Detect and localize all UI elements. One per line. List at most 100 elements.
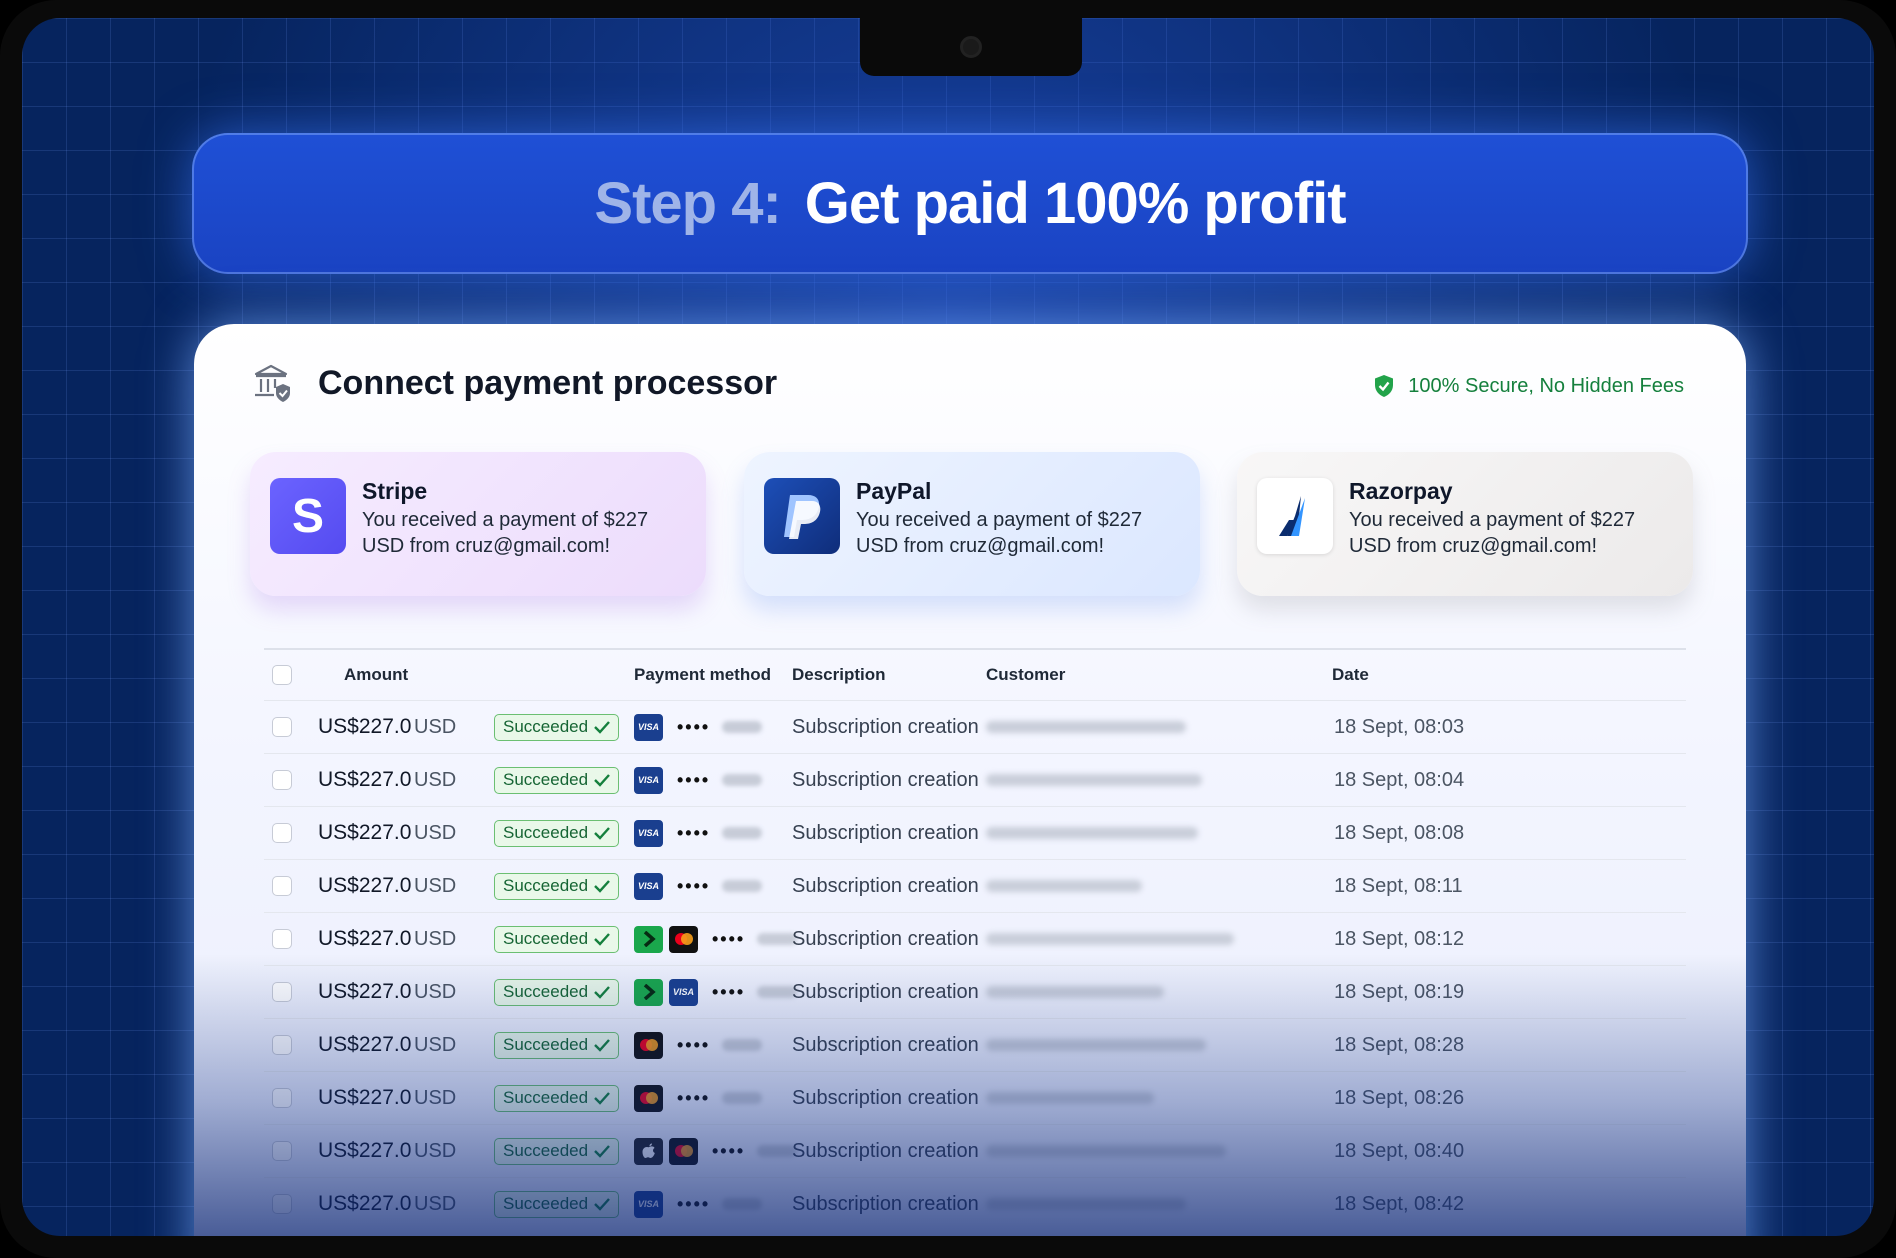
row-checkbox[interactable]: [272, 717, 292, 737]
row-checkbox[interactable]: [272, 929, 292, 949]
payment-method-cell: VISA ••••: [634, 766, 763, 794]
paypal-message: You received a payment of $227 USD from …: [856, 509, 1143, 557]
header-amount[interactable]: Amount: [344, 665, 408, 685]
payment-card: Connect payment processor 100% Secure, N…: [194, 324, 1746, 1236]
visa-icon: VISA: [669, 978, 698, 1006]
status-text: Succeeded: [503, 823, 589, 842]
date-cell: 18 Sept, 08:19: [1334, 980, 1465, 1003]
card-title: Connect payment processor: [318, 363, 778, 402]
status-text: Succeeded: [503, 770, 589, 789]
payment-method-cell: ••••: [634, 1084, 763, 1112]
payments-table: Amount Payment method Description Custom…: [264, 648, 1686, 1230]
stripe-logo-icon: S: [270, 478, 346, 554]
card-header: Connect payment processor: [252, 362, 777, 404]
date-cell: 18 Sept, 08:42: [1334, 1192, 1465, 1215]
link-pay-icon: [634, 925, 663, 953]
table-row[interactable]: US$227.0 USD Succeeded VISA •••• Subscription…: [264, 1177, 1686, 1230]
redacted-card-digits: [722, 1198, 763, 1210]
device-frame: Step 4: Get paid 100% profit Connect pay…: [0, 0, 1896, 1258]
visa-icon: VISA: [634, 766, 663, 794]
payment-method-cell: VISA ••••: [634, 1190, 763, 1218]
redacted-customer-email: [986, 827, 1198, 839]
table-row[interactable]: US$227.0 USD Succeeded VISA •••• Subscription…: [264, 753, 1686, 806]
header-payment-method[interactable]: Payment method: [634, 665, 771, 685]
status-badge: Succeeded: [494, 1084, 620, 1112]
table-row[interactable]: US$227.0 USD Succeeded •••• Subscription cre…: [264, 1124, 1686, 1177]
currency-cell: USD: [414, 1139, 457, 1162]
step-banner: Step 4: Get paid 100% profit: [192, 133, 1748, 274]
description-cell: Subscription creation: [792, 1086, 979, 1109]
status-text: Succeeded: [503, 1035, 589, 1054]
masked-card-dots: ••••: [677, 875, 711, 896]
row-checkbox[interactable]: [272, 1035, 292, 1055]
date-cell: 18 Sept, 08:11: [1334, 874, 1463, 897]
date-cell: 18 Sept, 08:28: [1334, 1033, 1465, 1056]
table-body: US$227.0 USD Succeeded VISA •••• Subscription…: [264, 700, 1686, 1230]
row-checkbox[interactable]: [272, 1141, 292, 1161]
masked-card-dots: ••••: [677, 716, 711, 737]
status-text: Succeeded: [503, 982, 589, 1001]
redacted-card-digits: [722, 827, 763, 839]
row-checkbox[interactable]: [272, 770, 292, 790]
check-icon: [594, 721, 610, 734]
header-customer[interactable]: Customer: [986, 665, 1065, 685]
redacted-customer-email: [986, 1198, 1186, 1210]
status-badge: Succeeded: [494, 1190, 620, 1218]
status-text: Succeeded: [503, 929, 589, 948]
date-cell: 18 Sept, 08:12: [1334, 927, 1465, 950]
apple-pay-icon: [634, 1137, 663, 1165]
payment-method-cell: VISA ••••: [634, 872, 763, 900]
bank-shield-icon: [254, 364, 290, 402]
masked-card-dots: ••••: [677, 1034, 711, 1055]
paypal-name: PayPal: [856, 478, 932, 504]
select-all-checkbox[interactable]: [272, 665, 292, 685]
redacted-customer-email: [986, 721, 1186, 733]
masked-card-dots: ••••: [677, 822, 711, 843]
date-cell: 18 Sept, 08:03: [1334, 715, 1465, 738]
table-row[interactable]: US$227.0 USD Succeeded •••• Subscription cre…: [264, 1018, 1686, 1071]
row-checkbox[interactable]: [272, 982, 292, 1002]
table-row[interactable]: US$227.0 USD Succeeded VISA •••• Subscription…: [264, 965, 1686, 1018]
check-icon: [594, 1198, 610, 1211]
status-badge: Succeeded: [494, 713, 620, 741]
screen: Step 4: Get paid 100% profit Connect pay…: [22, 18, 1874, 1236]
camera-icon: [960, 36, 982, 58]
table-row[interactable]: US$227.0 USD Succeeded VISA •••• Subscription…: [264, 806, 1686, 859]
razorpay-logo-icon: [1257, 478, 1333, 554]
row-checkbox[interactable]: [272, 1088, 292, 1108]
row-checkbox[interactable]: [272, 876, 292, 896]
row-checkbox[interactable]: [272, 823, 292, 843]
status-text: Succeeded: [503, 876, 589, 895]
table-row[interactable]: US$227.0 USD Succeeded VISA •••• Subscription…: [264, 859, 1686, 912]
description-cell: Subscription creation: [792, 980, 979, 1003]
redacted-customer-email: [986, 880, 1142, 892]
link-pay-icon: [634, 978, 663, 1006]
status-badge: Succeeded: [494, 766, 620, 794]
description-cell: Subscription creation: [792, 927, 979, 950]
description-cell: Subscription creation: [792, 715, 979, 738]
secure-text: 100% Secure, No Hidden Fees: [1408, 374, 1684, 397]
mastercard-icon: [634, 1031, 663, 1059]
table-row[interactable]: US$227.0 USD Succeeded •••• Subscription cre…: [264, 1071, 1686, 1124]
amount-cell: US$227.0: [318, 715, 412, 738]
currency-cell: USD: [414, 980, 457, 1003]
currency-cell: USD: [414, 821, 457, 844]
razorpay-name: Razorpay: [1349, 478, 1453, 504]
status-text: Succeeded: [503, 1141, 589, 1160]
razorpay-notification: Razorpay You received a payment of $227 …: [1237, 452, 1693, 596]
table-row[interactable]: US$227.0 USD Succeeded VISA •••• Subscription…: [264, 700, 1686, 753]
header-description[interactable]: Description: [792, 665, 886, 685]
header-date[interactable]: Date: [1332, 665, 1369, 685]
status-badge: Succeeded: [494, 819, 620, 847]
razorpay-message: You received a payment of $227 USD from …: [1349, 509, 1636, 557]
table-row[interactable]: US$227.0 USD Succeeded •••• Subscription cre…: [264, 912, 1686, 965]
check-icon: [594, 880, 610, 893]
amount-cell: US$227.0: [318, 927, 412, 950]
paypal-notification: PayPal You received a payment of $227 US…: [744, 452, 1200, 596]
row-checkbox[interactable]: [272, 1194, 292, 1214]
amount-cell: US$227.0: [318, 1139, 412, 1162]
payment-method-cell: ••••: [634, 1137, 798, 1165]
currency-cell: USD: [414, 927, 457, 950]
amount-cell: US$227.0: [318, 768, 412, 791]
payment-method-cell: ••••: [634, 925, 798, 953]
